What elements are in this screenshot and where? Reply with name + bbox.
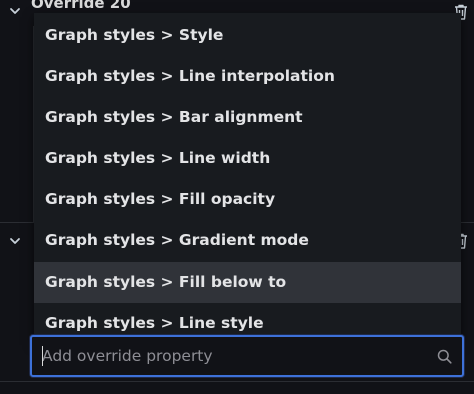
menu-item-line-width[interactable]: Graph styles > Line width (34, 138, 461, 179)
text-caret (42, 346, 43, 366)
search-input[interactable] (42, 337, 422, 375)
chevron-down-icon[interactable] (9, 235, 21, 247)
menu-item-line-interpolation[interactable]: Graph styles > Line interpolation (34, 56, 461, 97)
search-icon (437, 349, 452, 364)
override-property-search[interactable] (30, 335, 464, 377)
override-editor: Override 20 Graph styles > Style Graph s… (0, 0, 474, 394)
panel-bottom-divider (0, 381, 474, 382)
override-title: Override 20 (31, 0, 131, 12)
menu-item-fill-opacity[interactable]: Graph styles > Fill opacity (34, 179, 461, 220)
menu-item-fill-below-to[interactable]: Graph styles > Fill below to (34, 262, 461, 303)
override-property-menu: Graph styles > Style Graph styles > Line… (34, 13, 461, 341)
menu-item-gradient-mode[interactable]: Graph styles > Gradient mode (34, 220, 461, 261)
menu-item-style[interactable]: Graph styles > Style (34, 15, 461, 56)
menu-item-bar-alignment[interactable]: Graph styles > Bar alignment (34, 97, 461, 138)
chevron-down-icon[interactable] (9, 5, 21, 17)
